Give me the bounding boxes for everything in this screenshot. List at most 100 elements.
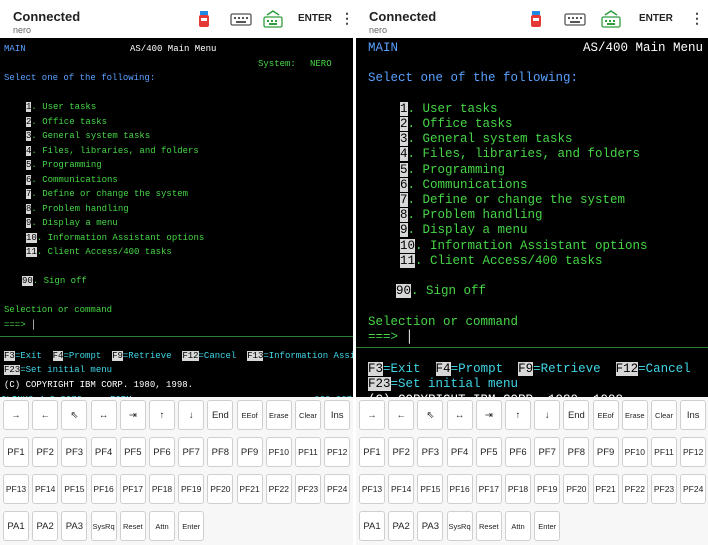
menu-option[interactable]: 3. General system tasks <box>400 132 573 146</box>
key-1-10[interactable]: PF11 <box>295 437 321 467</box>
command-input[interactable]: ===> │ <box>4 320 36 331</box>
more-options-icon[interactable]: ⋮ <box>340 10 353 27</box>
key-3-5[interactable]: Attn <box>149 511 175 541</box>
keyboard-icon[interactable] <box>230 10 252 28</box>
fkey-hint[interactable]: F3=Exit <box>368 362 421 376</box>
fire-extinguisher-icon[interactable] <box>528 10 546 28</box>
fkey-hint-f23[interactable]: F23=Set initial menu <box>368 377 518 391</box>
key-2-7[interactable]: PF20 <box>207 474 234 504</box>
key-3-2[interactable]: PA3 <box>417 511 444 541</box>
fkey-hint[interactable]: F4=Prompt <box>435 362 503 376</box>
key-3-5[interactable]: Attn <box>505 511 531 541</box>
key-2-8[interactable]: PF21 <box>236 474 263 504</box>
menu-option[interactable]: 5. Programming <box>26 160 102 171</box>
menu-option[interactable]: 8. Problem handling <box>26 204 129 215</box>
key-2-11[interactable]: PF24 <box>680 474 707 504</box>
key-0-11[interactable]: Ins <box>324 400 351 430</box>
key-1-11[interactable]: PF12 <box>680 437 707 467</box>
fkey-hint[interactable]: F12=Cancel <box>182 351 236 361</box>
key-0-7[interactable]: End <box>563 400 590 430</box>
key-1-6[interactable]: PF7 <box>534 437 561 467</box>
key-2-11[interactable]: PF24 <box>324 474 351 504</box>
key-0-0[interactable]: → <box>359 400 385 430</box>
key-0-0[interactable]: → <box>3 400 29 430</box>
key-3-6[interactable]: Enter <box>178 511 205 541</box>
key-2-4[interactable]: PF17 <box>119 474 146 504</box>
fkey-hint-f23[interactable]: F23=Set initial menu <box>4 365 112 376</box>
key-1-3[interactable]: PF4 <box>446 437 473 467</box>
menu-option[interactable]: 9. Display a menu <box>26 218 118 229</box>
key-1-11[interactable]: PF12 <box>324 437 351 467</box>
key-3-6[interactable]: Enter <box>534 511 561 541</box>
menu-option[interactable]: 8. Problem handling <box>400 208 543 222</box>
fkey-hint[interactable]: F13=Information Assistant <box>247 351 353 361</box>
key-1-2[interactable]: PF3 <box>61 437 88 467</box>
key-0-1[interactable]: ← <box>32 400 59 430</box>
menu-option[interactable]: 4. Files, libraries, and folders <box>400 147 640 161</box>
key-2-9[interactable]: PF22 <box>265 474 292 504</box>
hide-keyboard-icon[interactable] <box>600 10 622 28</box>
key-1-9[interactable]: PF10 <box>265 437 292 467</box>
key-2-6[interactable]: PF19 <box>534 474 561 504</box>
key-1-5[interactable]: PF6 <box>505 437 531 467</box>
key-0-3[interactable]: ↔ <box>90 400 117 430</box>
key-1-3[interactable]: PF4 <box>90 437 117 467</box>
terminal-screen[interactable]: MAINAS/400 Main MenuSystem:NEROSelect on… <box>356 38 708 397</box>
menu-option[interactable]: 1. User tasks <box>26 102 96 113</box>
key-0-4[interactable]: ⇥ <box>475 400 502 430</box>
key-1-4[interactable]: PF5 <box>119 437 146 467</box>
key-2-9[interactable]: PF22 <box>621 474 648 504</box>
fkey-hint[interactable]: F9=Retrieve <box>112 351 172 361</box>
menu-option[interactable]: 11. Client Access/400 tasks <box>400 254 603 268</box>
key-1-0[interactable]: PF1 <box>359 437 385 467</box>
key-2-0[interactable]: PF13 <box>359 474 385 504</box>
key-2-2[interactable]: PF15 <box>61 474 88 504</box>
key-3-2[interactable]: PA3 <box>61 511 88 541</box>
fkey-hint[interactable]: F3=Exit <box>4 351 42 361</box>
key-1-0[interactable]: PF1 <box>3 437 29 467</box>
key-3-0[interactable]: PA1 <box>3 511 29 541</box>
key-1-1[interactable]: PF2 <box>32 437 59 467</box>
menu-option[interactable]: 11. Client Access/400 tasks <box>26 247 172 258</box>
menu-option[interactable]: 5. Programming <box>400 163 505 177</box>
menu-option[interactable]: 4. Files, libraries, and folders <box>26 146 199 157</box>
key-1-2[interactable]: PF3 <box>417 437 444 467</box>
key-2-10[interactable]: PF23 <box>651 474 677 504</box>
key-1-8[interactable]: PF9 <box>592 437 619 467</box>
command-input[interactable]: ===> │ <box>368 330 413 344</box>
more-options-icon[interactable]: ⋮ <box>690 10 704 27</box>
menu-option[interactable]: 7. Define or change the system <box>26 189 188 200</box>
key-0-1[interactable]: ← <box>388 400 415 430</box>
key-2-2[interactable]: PF15 <box>417 474 444 504</box>
key-0-6[interactable]: ↓ <box>178 400 205 430</box>
fkey-hint[interactable]: F9=Retrieve <box>518 362 601 376</box>
key-1-4[interactable]: PF5 <box>475 437 502 467</box>
key-3-1[interactable]: PA2 <box>32 511 59 541</box>
key-2-4[interactable]: PF17 <box>475 474 502 504</box>
fkey-hint[interactable]: F12=Cancel <box>615 362 691 376</box>
key-0-6[interactable]: ↓ <box>534 400 561 430</box>
key-1-10[interactable]: PF11 <box>651 437 677 467</box>
key-0-3[interactable]: ↔ <box>446 400 473 430</box>
key-3-3[interactable]: SysRq <box>90 511 117 541</box>
enter-button[interactable]: ENTER <box>639 13 673 24</box>
key-0-11[interactable]: Ins <box>680 400 707 430</box>
hide-keyboard-icon[interactable] <box>262 10 284 28</box>
key-1-6[interactable]: PF7 <box>178 437 205 467</box>
key-2-5[interactable]: PF18 <box>505 474 531 504</box>
keyboard-icon[interactable] <box>564 10 586 28</box>
key-1-7[interactable]: PF8 <box>207 437 234 467</box>
key-2-3[interactable]: PF16 <box>90 474 117 504</box>
menu-option[interactable]: 10. Information Assistant options <box>26 233 204 244</box>
key-0-10[interactable]: Clear <box>651 400 677 430</box>
key-2-6[interactable]: PF19 <box>178 474 205 504</box>
key-3-3[interactable]: SysRq <box>446 511 473 541</box>
key-3-4[interactable]: Reset <box>119 511 146 541</box>
key-2-0[interactable]: PF13 <box>3 474 29 504</box>
key-1-5[interactable]: PF6 <box>149 437 175 467</box>
key-2-3[interactable]: PF16 <box>446 474 473 504</box>
menu-option[interactable]: 2. Office tasks <box>400 117 513 131</box>
key-2-7[interactable]: PF20 <box>563 474 590 504</box>
key-2-1[interactable]: PF14 <box>388 474 415 504</box>
enter-button[interactable]: ENTER <box>298 13 332 24</box>
